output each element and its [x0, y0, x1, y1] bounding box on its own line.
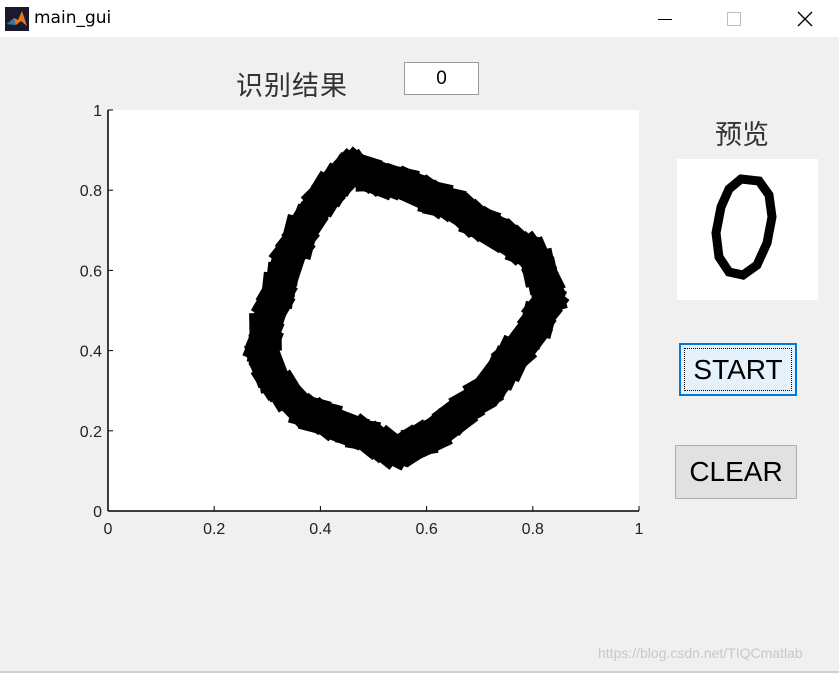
preview-image [677, 159, 818, 300]
watermark: https://blog.csdn.net/TIQCmatlab [598, 645, 803, 661]
preview-digit-glyph [711, 174, 777, 280]
x-tick-label: 1 [635, 521, 644, 538]
start-button[interactable]: START [679, 343, 797, 396]
focus-rectangle [684, 348, 792, 391]
x-tick-label: 0.6 [415, 521, 437, 538]
y-tick-label: 0.2 [80, 424, 102, 441]
clear-button[interactable]: CLEAR [675, 445, 797, 499]
y-tick-label: 0.8 [80, 183, 102, 200]
clear-button-label: CLEAR [689, 456, 783, 487]
preview-label: 预览 [715, 120, 769, 151]
x-tick-label: 0 [104, 521, 113, 538]
drawing-axes[interactable]: 0 0.2 0.4 0.6 0.8 1 0 0.2 0.4 0.6 0.8 1 [0, 0, 839, 673]
y-tick-label: 0.6 [80, 263, 102, 280]
y-tick-label: 1 [93, 103, 102, 120]
x-tick-label: 0.8 [522, 521, 544, 538]
x-tick-label: 0.2 [203, 521, 225, 538]
x-tick-label: 0.4 [309, 521, 331, 538]
y-tick-label: 0.4 [80, 344, 102, 361]
y-tick-label: 0 [93, 504, 102, 521]
